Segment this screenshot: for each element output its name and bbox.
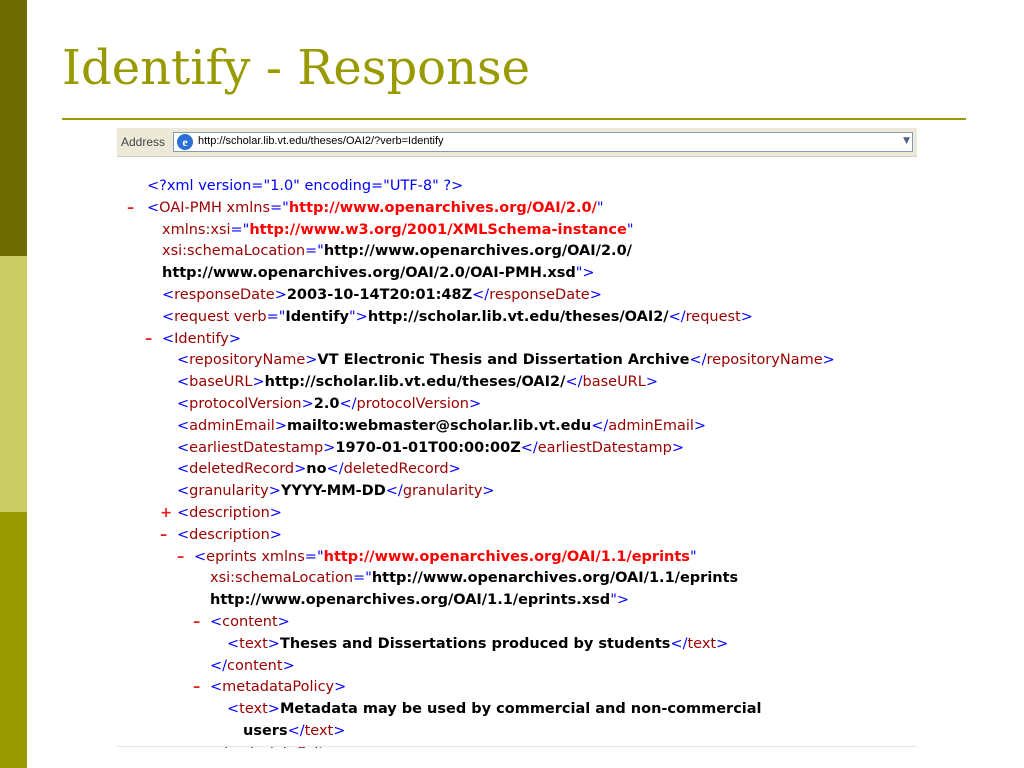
xml-line-identify: – <Identify> — [117, 329, 917, 351]
xsi-attribute: xmlns:xsi="http://www.w3.org/2001/XMLSch… — [162, 221, 634, 238]
xml-line-metadata-text: <text>Metadata may be used by commercial… — [117, 699, 917, 721]
eprints-schema-attribute: xsi:schemaLocation="http://www.openarchi… — [210, 570, 739, 587]
xml-line-protocol-version: <protocolVersion>2.0</protocolVersion> — [117, 394, 917, 416]
response-date-element: <responseDate>2003-10-14T20:01:48Z</resp… — [162, 286, 602, 303]
collapse-toggle-description[interactable]: – — [160, 525, 167, 547]
xml-line-xsi: xmlns:xsi="http://www.w3.org/2001/XMLSch… — [117, 220, 917, 242]
repository-name-element: <repositoryName>VT Electronic Thesis and… — [177, 352, 835, 369]
identify-open-tag: <Identify> — [162, 330, 242, 347]
bottom-divider — [117, 746, 917, 747]
oai-pmh-open-tag: <OAI-PMH xmlns="http://www.openarchives.… — [147, 199, 604, 216]
earliest-datestamp-element: <earliestDatestamp>1970-01-01T00:00:00Z<… — [177, 439, 685, 456]
collapse-toggle-content[interactable]: – — [193, 612, 200, 634]
xml-line-schema-location: xsi:schemaLocation="http://www.openarchi… — [117, 241, 917, 263]
address-label: Address — [121, 135, 166, 149]
xml-line-description-collapsed: + <description> — [117, 503, 917, 525]
base-url-element: <baseURL>http://scholar.lib.vt.edu/these… — [177, 374, 658, 391]
admin-email-element: <adminEmail>mailto:webmaster@scholar.lib… — [177, 417, 707, 434]
xml-declaration-line: <?xml version="1.0" encoding="UTF-8" ?> — [117, 176, 917, 198]
chevron-down-icon[interactable]: ▼ — [903, 136, 910, 146]
content-open-tag: <content> — [210, 613, 290, 630]
xml-line-repository-name: <repositoryName>VT Electronic Thesis and… — [117, 350, 917, 372]
xml-line-metadata-policy: – <metadataPolicy> — [117, 677, 917, 699]
address-url: http://scholar.lib.vt.edu/theses/OAI2/?v… — [198, 135, 444, 147]
title-rule — [62, 118, 966, 120]
content-close-tag: </content> — [210, 657, 295, 674]
metadata-text-element: <text>Metadata may be used by commercial… — [227, 701, 762, 718]
internet-explorer-icon: e — [177, 134, 193, 150]
xml-line-deleted-record: <deletedRecord>no</deletedRecord> — [117, 459, 917, 481]
xml-line-metadata-text-cont: users</text> — [117, 721, 917, 743]
collapse-toggle-metadata-policy[interactable]: – — [193, 677, 200, 699]
xml-line-description-expanded: – <description> — [117, 525, 917, 547]
schema-location-continued: http://www.openarchives.org/OAI/2.0/OAI-… — [162, 265, 595, 282]
address-input[interactable]: e http://scholar.lib.vt.edu/theses/OAI2/… — [173, 132, 913, 152]
metadata-text-continued: users</text> — [243, 722, 346, 739]
xml-line-content-close: </content> — [117, 656, 917, 678]
metadata-policy-open-tag: <metadataPolicy> — [210, 679, 347, 696]
description-open-tag: <description> — [177, 526, 282, 543]
xml-document: <?xml version="1.0" encoding="UTF-8" ?> … — [117, 176, 917, 748]
address-bar: Address e http://scholar.lib.vt.edu/thes… — [117, 128, 917, 157]
collapse-toggle-identify[interactable]: – — [145, 329, 152, 351]
xml-line-granularity: <granularity>YYYY-MM-DD</granularity> — [117, 481, 917, 503]
xml-line-schema-location-cont: http://www.openarchives.org/OAI/2.0/OAI-… — [117, 263, 917, 285]
expand-toggle-description[interactable]: + — [160, 503, 172, 525]
xml-line-eprints-schema: xsi:schemaLocation="http://www.openarchi… — [117, 568, 917, 590]
eprints-schema-continued: http://www.openarchives.org/OAI/1.1/epri… — [210, 592, 630, 609]
slide-bar-bottom — [0, 512, 27, 768]
xml-line-response-date: <responseDate>2003-10-14T20:01:48Z</resp… — [117, 285, 917, 307]
browser-screenshot: Address e http://scholar.lib.vt.edu/thes… — [117, 128, 917, 748]
eprints-open-tag: <eprints xmlns="http://www.openarchives.… — [194, 548, 697, 565]
slide-bar-middle — [0, 256, 27, 512]
schema-location-attribute: xsi:schemaLocation="http://www.openarchi… — [162, 243, 632, 260]
xml-line-eprints: – <eprints xmlns="http://www.openarchive… — [117, 547, 917, 569]
description-collapsed-tag: <description> — [177, 504, 282, 521]
slide-title: Identify - Response — [62, 40, 531, 96]
request-element: <request verb="Identify">http://scholar.… — [162, 308, 753, 325]
xml-line-admin-email: <adminEmail>mailto:webmaster@scholar.lib… — [117, 416, 917, 438]
deleted-record-element: <deletedRecord>no</deletedRecord> — [177, 461, 461, 478]
xml-line-content: – <content> — [117, 612, 917, 634]
xml-line-earliest-datestamp: <earliestDatestamp>1970-01-01T00:00:00Z<… — [117, 438, 917, 460]
xml-line-oai-pmh: – <OAI-PMH xmlns="http://www.openarchive… — [117, 198, 917, 220]
xml-line-request: <request verb="Identify">http://scholar.… — [117, 307, 917, 329]
content-text-element: <text>Theses and Dissertations produced … — [227, 635, 729, 652]
granularity-element: <granularity>YYYY-MM-DD</granularity> — [177, 483, 495, 500]
xml-declaration: <?xml version="1.0" encoding="UTF-8" ?> — [147, 178, 464, 194]
xml-line-content-text: <text>Theses and Dissertations produced … — [117, 634, 917, 656]
xml-line-base-url: <baseURL>http://scholar.lib.vt.edu/these… — [117, 372, 917, 394]
collapse-toggle-eprints[interactable]: – — [177, 547, 184, 569]
collapse-toggle-oai-pmh[interactable]: – — [127, 198, 134, 220]
protocol-version-element: <protocolVersion>2.0</protocolVersion> — [177, 395, 482, 412]
xml-line-eprints-schema-cont: http://www.openarchives.org/OAI/1.1/epri… — [117, 590, 917, 612]
slide-bar-top — [0, 0, 27, 256]
